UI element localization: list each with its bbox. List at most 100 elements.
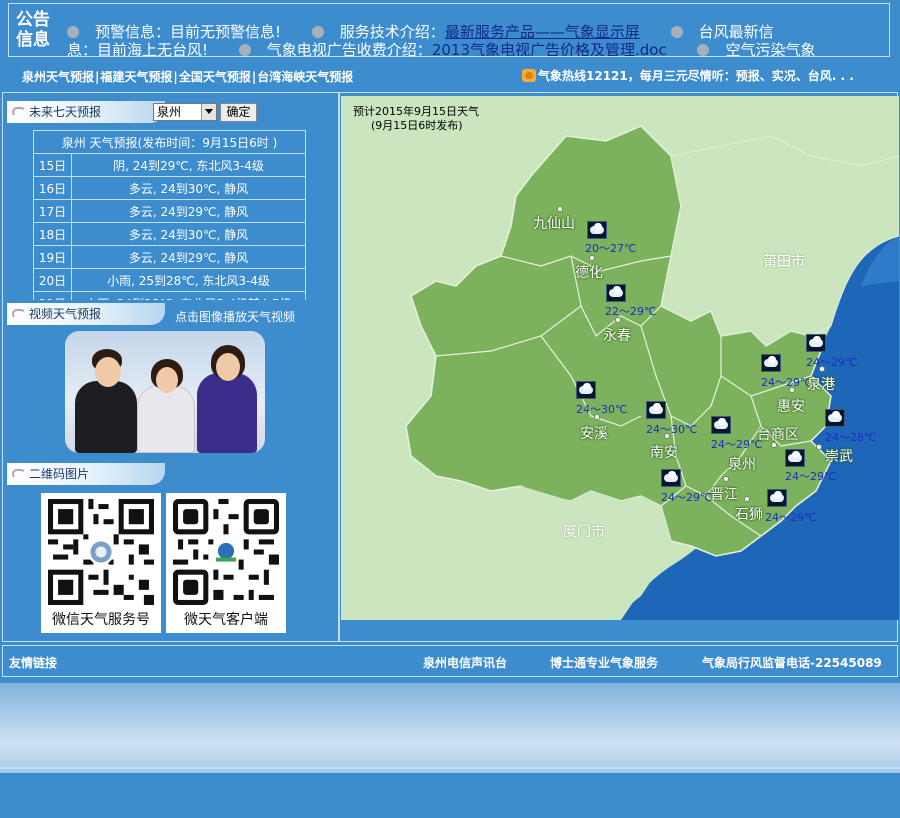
qr-caption: 微天气客户端 bbox=[184, 612, 268, 628]
forecast-table-scroll[interactable]: 泉州 天气预报(发布时间：9月15日6时 ) 15日 阴, 24到29℃, 东北风… bbox=[33, 130, 306, 300]
region-label-huian: 惠安 bbox=[777, 399, 805, 415]
nav-bar: 泉州天气预报|福建天气预报|全国天气预报|台湾海峡天气预报 气象热线12121，… bbox=[0, 62, 900, 88]
presenter-face bbox=[156, 367, 178, 393]
video-play-link[interactable]: 点击图像播放天气视频 bbox=[175, 308, 295, 325]
friend-links-label: 友情链接 bbox=[9, 656, 58, 670]
banner-base bbox=[0, 773, 900, 818]
table-row: 20日 小雨, 25到28℃, 东北风3-4级 bbox=[33, 268, 306, 292]
region-label-dehua: 德化 bbox=[575, 265, 603, 281]
region-label-putian: 莆田市 bbox=[763, 254, 805, 270]
forecast-text: 多云, 24到30℃, 静风 bbox=[71, 222, 306, 246]
footer-link-telecom[interactable]: 泉州电信声讯台 bbox=[423, 654, 507, 671]
forecast-text: 小雨, 25到28℃, 东北风3-4级 bbox=[71, 268, 306, 292]
nav-separator: | bbox=[173, 70, 178, 84]
ticker-item: 气象电视广告收费介绍：2013气象电视广告价格及管理.doc bbox=[238, 39, 667, 56]
qr-caption: 微信天气服务号 bbox=[52, 612, 150, 628]
region-temp: 24～28℃ bbox=[825, 431, 877, 444]
bullet-icon bbox=[67, 26, 79, 38]
banner-stripe bbox=[0, 767, 900, 769]
forecast-heading-text: 未来七天预报 bbox=[29, 105, 102, 119]
forecast-caption-row: 泉州 天气预报(发布时间：9月15日6时 ) bbox=[33, 130, 306, 154]
footer-link-hotline[interactable]: 气象局行风监督电话-22545089 bbox=[702, 654, 882, 671]
city-dot bbox=[789, 387, 795, 393]
region-temp: 24～29℃ bbox=[765, 511, 817, 524]
footer-link-boshitong[interactable]: 博士通专业气象服务 bbox=[550, 654, 658, 671]
city-dot bbox=[664, 433, 670, 439]
forecast-text: 多云, 24到30℃, 静风 bbox=[71, 176, 306, 200]
region-label-anxi: 安溪 bbox=[580, 426, 608, 442]
nav-link-national[interactable]: 全国天气预报 bbox=[179, 70, 251, 84]
swirl-icon bbox=[12, 469, 26, 479]
city-dot bbox=[594, 414, 600, 420]
cloudy-icon bbox=[806, 334, 826, 352]
main-panel: 未来七天预报 泉州 确定 泉州 天气预报(发布时间：9月15日6时 ) 15日阴… bbox=[2, 92, 899, 642]
city-dot bbox=[557, 206, 563, 212]
forecast-text: 多云, 24到29℃, 静风 bbox=[71, 199, 306, 223]
region-temp: 24～29℃ bbox=[711, 438, 763, 451]
region-temp: 22～29℃ bbox=[605, 305, 657, 318]
forecast-section-heading: 未来七天预报 bbox=[7, 101, 165, 123]
presenter-face bbox=[95, 357, 121, 387]
table-row: 17日 多云, 24到29℃, 静风 bbox=[33, 199, 306, 223]
ticker-row: 息：目前海上无台风! 气象电视广告收费介绍：2013气象电视广告价格及管理.do… bbox=[67, 39, 842, 56]
region-label-shishi: 石狮 bbox=[735, 507, 763, 523]
city-select-value: 泉州 bbox=[157, 105, 182, 119]
hotline-text: 气象热线12121，每月三元尽情听：预报、实况、台风. . . bbox=[538, 69, 854, 83]
region-label-jiuxianshan: 九仙山 bbox=[533, 216, 575, 232]
forecast-caption: 泉州 天气预报(发布时间：9月15日6时 ) bbox=[33, 130, 306, 154]
qr-card-wechat: 微信天气服务号 bbox=[41, 493, 161, 633]
video-thumbnail[interactable] bbox=[65, 331, 265, 453]
cloudy-icon bbox=[767, 489, 787, 507]
notice-title: 公告信息 bbox=[16, 10, 50, 50]
app-qr-code bbox=[173, 499, 279, 605]
forecast-text: 小雨, 24到28℃, 东北风3-4级转4-5级 bbox=[71, 291, 306, 300]
presenter-figure bbox=[137, 385, 195, 453]
presenter-face bbox=[216, 353, 240, 381]
region-temp: 24～29℃ bbox=[761, 376, 813, 389]
table-row: 21日小雨, 24到28℃, 东北风3-4级转4-5级 bbox=[33, 291, 306, 300]
ticker-item: 空气污染气象 bbox=[697, 39, 816, 56]
bullet-icon bbox=[238, 44, 251, 56]
nav-link-fujian[interactable]: 福建天气预报 bbox=[100, 70, 172, 84]
footer-bar: 友情链接 泉州电信声讯台 博士通专业气象服务 气象局行风监督电话-2254508… bbox=[2, 645, 898, 677]
city-dot bbox=[744, 496, 750, 502]
forecast-day: 17日 bbox=[33, 199, 72, 223]
cloudy-icon bbox=[661, 469, 681, 487]
bullet-icon bbox=[311, 26, 324, 38]
table-row: 19日 多云, 24到29℃, 静风 bbox=[33, 245, 306, 269]
swirl-icon bbox=[12, 107, 26, 117]
city-dot bbox=[723, 476, 729, 482]
notice-ticker: 预警信息：目前无预警信息! 服务技术介绍：最新服务产品——气象显示屏 台风最新信… bbox=[67, 4, 889, 56]
ticker-link[interactable]: 2013气象电视广告价格及管理.doc bbox=[432, 41, 667, 56]
hotline-marquee[interactable]: 气象热线12121，每月三元尽情听：预报、实况、台风. . . bbox=[522, 67, 854, 84]
cloudy-icon bbox=[576, 381, 596, 399]
city-dot bbox=[615, 317, 621, 323]
cloudy-icon bbox=[825, 409, 845, 427]
video-heading-text: 视频天气预报 bbox=[29, 307, 102, 321]
forecast-day: 21日 bbox=[33, 291, 72, 300]
forecast-table: 泉州 天气预报(发布时间：9月15日6时 ) 15日 阴, 24到29℃, 东北风… bbox=[33, 130, 306, 300]
nav-link-strait[interactable]: 台湾海峡天气预报 bbox=[257, 70, 353, 84]
cloudy-icon bbox=[587, 221, 607, 239]
forecast-day: 19日 bbox=[33, 245, 72, 269]
bullet-icon bbox=[670, 26, 683, 38]
region-label-taishangqu: 台商区 bbox=[757, 427, 799, 443]
weather-map[interactable]: 预计2015年9月15日天气 (9月15日6时发布) 九仙山 20～27℃ 德化… bbox=[341, 96, 899, 620]
phone-icon bbox=[522, 69, 536, 82]
nav-separator: | bbox=[251, 70, 257, 84]
region-label-xiamen: 厦门市 bbox=[563, 524, 605, 540]
confirm-button[interactable]: 确定 bbox=[220, 103, 257, 122]
region-temp: 24～29℃ bbox=[785, 470, 837, 483]
region-label-chongwu: 崇武 bbox=[825, 449, 853, 465]
city-dot bbox=[816, 444, 822, 450]
forecast-day: 18日 bbox=[33, 222, 72, 246]
ticker-text: 气象电视广告收费介绍： bbox=[266, 41, 432, 56]
nav-link-quanzhou[interactable]: 泉州天气预报 bbox=[22, 70, 94, 84]
forecast-day: 16日 bbox=[33, 176, 72, 200]
swirl-icon bbox=[12, 309, 26, 319]
ticker-text: 空气污染气象 bbox=[725, 41, 816, 56]
table-row: 18日 多云, 24到30℃, 静风 bbox=[33, 222, 306, 246]
cloudy-icon bbox=[646, 401, 666, 419]
city-select[interactable]: 泉州 bbox=[153, 103, 217, 121]
presenter-figure bbox=[75, 381, 137, 453]
